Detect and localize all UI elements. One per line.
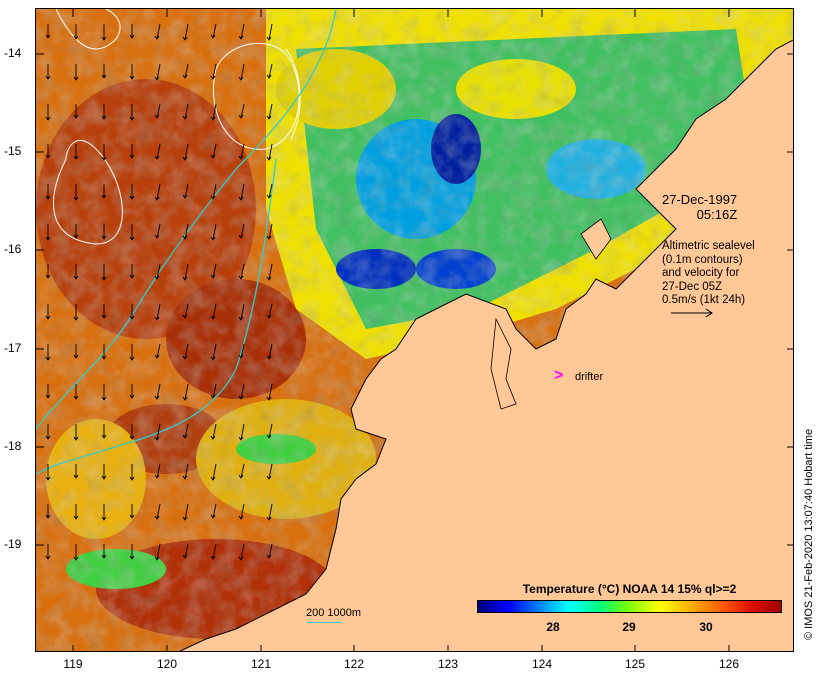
lat-label: -14 — [4, 46, 22, 60]
sst-map — [36, 9, 793, 651]
altimetry-line: (0.1m contours) — [662, 253, 743, 266]
lon-label: 119 — [63, 657, 83, 671]
lat-label: -19 — [4, 537, 22, 551]
lon-label: 120 — [156, 657, 178, 671]
credit-text: © IMOS 21-Feb-2020 13:07:40 Hobart time — [803, 428, 815, 640]
isobath-legend-text: 200 1000m — [306, 607, 362, 619]
lat-label: -15 — [4, 144, 22, 158]
lon-label: 123 — [437, 657, 459, 671]
lon-label: 122 — [343, 657, 365, 671]
altimetry-line: 27-Dec 05Z — [662, 280, 723, 293]
lat-label: -18 — [4, 439, 22, 453]
date-text: 27-Dec-1997 — [662, 192, 738, 207]
lon-label: 121 — [250, 657, 272, 671]
colorbar-title: Temperature (°C) NOAA 14 15% ql>=2 — [522, 582, 737, 596]
altimetry-line: Altimetric sealevel — [662, 240, 755, 252]
map-panel — [35, 8, 794, 652]
colorbar-tick: 29 — [622, 620, 636, 634]
lat-label: -16 — [4, 242, 22, 256]
date-time-annotation: 27-Dec-1997 05:16Z — [662, 192, 737, 222]
altimetry-annotation: Altimetric sealevel (0.1m contours) and … — [662, 240, 755, 308]
lon-label: 125 — [624, 657, 646, 671]
lon-label: 124 — [531, 657, 553, 671]
isobath-legend-line — [307, 622, 341, 623]
altimetry-line: 0.5m/s (1kt 24h) — [662, 294, 746, 306]
colorbar-tick: 28 — [546, 620, 560, 634]
time-text: 05:16Z — [696, 207, 738, 222]
drifter-marker: > — [554, 367, 564, 384]
temperature-colorbar — [477, 600, 782, 613]
drifter-label: drifter — [575, 371, 604, 383]
velocity-scale-arrow — [671, 308, 713, 318]
colorbar-tick: 30 — [699, 620, 713, 634]
lon-label: 126 — [718, 657, 740, 671]
altimetry-line: and velocity for — [662, 267, 740, 279]
lat-label: -17 — [4, 341, 22, 355]
